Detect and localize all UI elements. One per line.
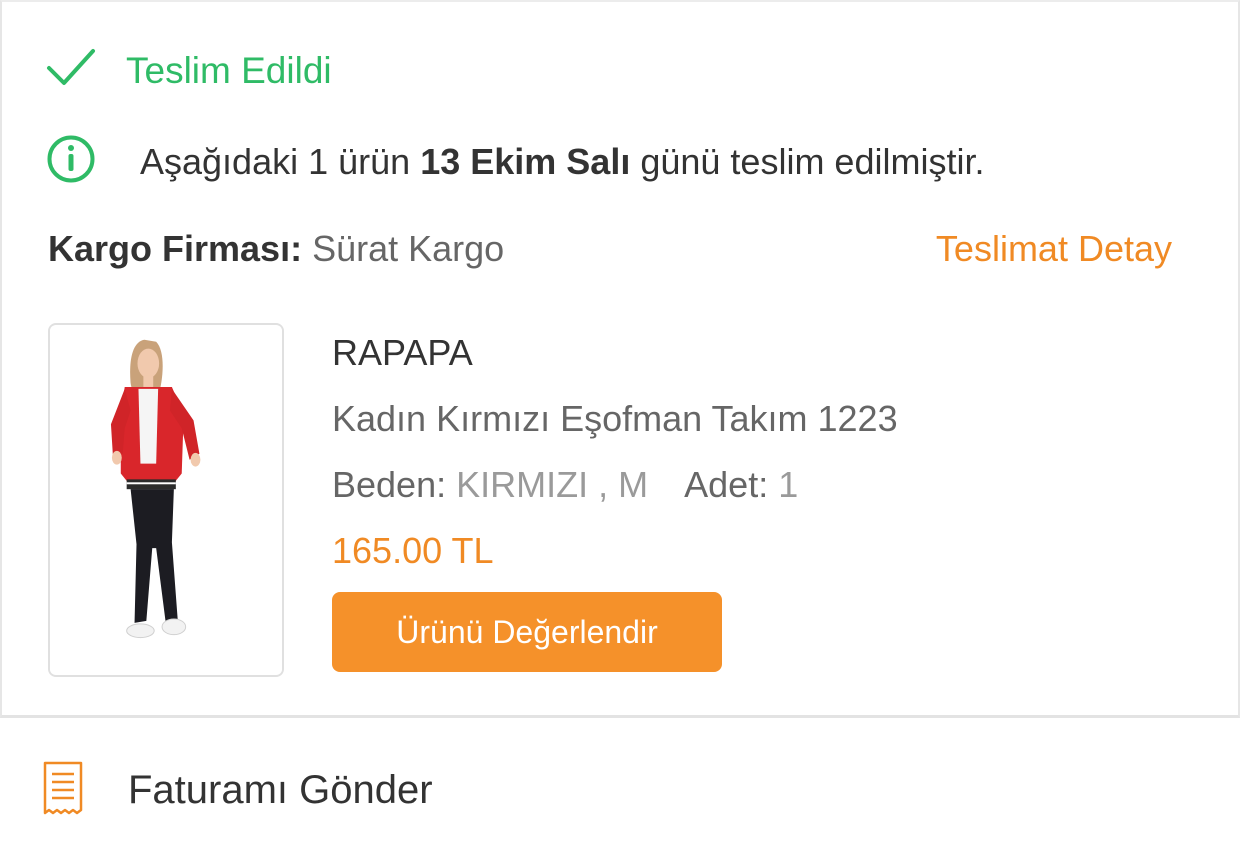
check-icon xyxy=(46,46,96,95)
product-attributes: Beden: KIRMIZI , M Adet: 1 xyxy=(332,464,798,506)
delivery-message: Aşağıdaki 1 ürün 13 Ekim Salı günü tesli… xyxy=(140,140,985,182)
delivery-status: Teslim Edildi xyxy=(46,46,332,95)
product-brand: RAPAPA xyxy=(332,332,473,373)
order-card: Teslim Edildi Aşağıdaki 1 ürün 13 Ekim S… xyxy=(0,0,1240,718)
status-label: Teslim Edildi xyxy=(126,49,332,91)
size-value: KIRMIZI , M xyxy=(456,464,649,505)
cargo-label: Kargo Firması: xyxy=(48,228,303,269)
quantity-value: 1 xyxy=(778,464,799,505)
delivery-date: 13 Ekim Salı xyxy=(420,140,631,182)
size-label: Beden: xyxy=(332,464,447,505)
product-price: 165.00 TL xyxy=(332,530,494,571)
product-name[interactable]: Kadın Kırmızı Eşofman Takım 1223 xyxy=(332,398,898,440)
rate-product-button[interactable]: Ürünü Değerlendir xyxy=(332,592,722,672)
delivery-detail-link[interactable]: Teslimat Detay xyxy=(936,228,1172,270)
cargo-company: Sürat Kargo xyxy=(312,228,505,269)
product-image[interactable] xyxy=(48,323,284,677)
send-invoice-label: Faturamı Gönder xyxy=(128,768,433,812)
receipt-icon xyxy=(42,760,84,821)
cargo-row: Kargo Firması: Sürat Kargo Teslimat Detay xyxy=(48,228,1172,270)
delivery-info: Aşağıdaki 1 ürün 13 Ekim Salı günü tesli… xyxy=(46,134,984,189)
send-invoice-row[interactable]: Faturamı Gönder xyxy=(42,760,433,821)
info-icon xyxy=(46,134,96,189)
quantity-label: Adet: xyxy=(684,464,769,505)
